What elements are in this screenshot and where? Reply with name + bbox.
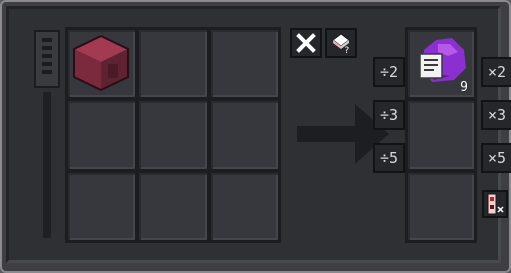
crimson-block-icon — [73, 35, 129, 92]
grid-slot-8[interactable] — [139, 172, 207, 240]
divide-5-button[interactable]: ÷5 — [373, 143, 405, 173]
grid-slot-2[interactable] — [139, 30, 207, 98]
crafting-grid — [65, 27, 281, 243]
gauge-track — [43, 92, 51, 238]
redstone-mode-icon — [487, 193, 504, 215]
redstone-mode-button[interactable] — [482, 190, 508, 218]
multiply-5-button[interactable]: ×5 — [481, 143, 511, 173]
eraser-question-icon: ? — [332, 33, 350, 54]
divide-3-button[interactable]: ÷3 — [373, 100, 405, 130]
grid-slot-4[interactable] — [68, 101, 136, 169]
clear-grid-button[interactable] — [290, 28, 322, 58]
grid-slot-9[interactable] — [210, 172, 278, 240]
output-slot-1[interactable]: 9 — [408, 30, 474, 98]
energy-gauge — [34, 30, 60, 88]
grid-slot-6[interactable] — [210, 101, 278, 169]
grid-slot-5[interactable] — [139, 101, 207, 169]
grid-slot-7[interactable] — [68, 172, 136, 240]
close-icon — [296, 33, 316, 53]
output-slot-3[interactable] — [408, 172, 474, 240]
recipe-help-button[interactable]: ? — [325, 28, 357, 58]
divide-2-button[interactable]: ÷2 — [373, 57, 405, 87]
output-slots: 9 — [405, 27, 477, 243]
output-slot-2[interactable] — [408, 101, 474, 169]
grid-slot-3[interactable] — [210, 30, 278, 98]
svg-text:?: ? — [344, 46, 349, 54]
multiply-2-button[interactable]: ×2 — [481, 57, 511, 87]
grid-slot-1[interactable] — [68, 30, 136, 98]
multiply-3-button[interactable]: ×3 — [481, 100, 511, 130]
output-count: 9 — [460, 80, 468, 96]
